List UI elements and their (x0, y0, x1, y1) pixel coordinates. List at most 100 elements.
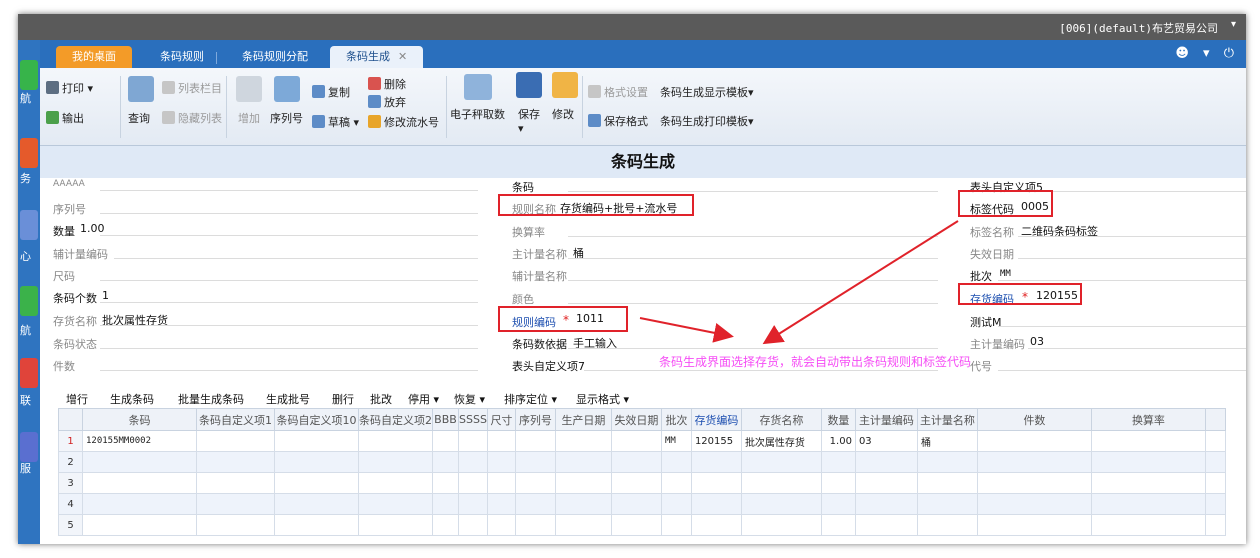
table-cell[interactable] (358, 430, 433, 452)
table-row[interactable]: 1 120155MM0002 MM 120155 批次属性存货 1.00 03 桶 (58, 430, 1226, 452)
table-cell[interactable] (358, 451, 433, 473)
table-cell[interactable] (432, 451, 459, 473)
table-cell[interactable] (274, 430, 359, 452)
column-header[interactable]: 主计量编码 (854, 408, 918, 431)
table-cell[interactable] (514, 430, 556, 452)
table-cell[interactable] (82, 493, 197, 515)
table-cell[interactable] (820, 493, 856, 515)
table-cell[interactable] (916, 493, 978, 515)
column-header[interactable]: BBB (432, 408, 459, 431)
table-row[interactable]: 5 (58, 514, 1226, 536)
table-cell[interactable] (486, 472, 516, 494)
table-cell[interactable] (486, 430, 516, 452)
column-header[interactable]: 数量 (820, 408, 856, 431)
table-cell[interactable] (916, 451, 978, 473)
table-cell[interactable] (610, 472, 662, 494)
table-row[interactable]: 2 (58, 451, 1226, 473)
batch-modify-button[interactable]: 批改 (370, 391, 392, 407)
table-cell[interactable] (486, 493, 516, 515)
table-cell[interactable]: 1.00 (820, 430, 856, 452)
table-cell[interactable] (274, 493, 359, 515)
column-header[interactable]: 条码自定义项2 (358, 408, 433, 431)
table-cell[interactable] (514, 514, 556, 536)
column-header[interactable]: 批次 (660, 408, 692, 431)
table-cell[interactable] (1090, 430, 1206, 452)
sort-locate-dropdown[interactable]: 排序定位 ▾ (504, 391, 557, 407)
table-cell[interactable]: 桶 (916, 430, 978, 452)
table-cell[interactable] (432, 472, 459, 494)
table-cell[interactable] (854, 514, 918, 536)
table-cell[interactable] (514, 472, 556, 494)
table-cell[interactable] (690, 472, 742, 494)
table-cell[interactable] (1090, 493, 1206, 515)
table-cell[interactable] (740, 451, 822, 473)
table-cell[interactable] (740, 493, 822, 515)
restore-dropdown[interactable]: 恢复 ▾ (454, 391, 485, 407)
table-cell[interactable] (610, 514, 662, 536)
table-cell[interactable]: MM (660, 430, 692, 452)
column-header[interactable]: 主计量名称 (916, 408, 978, 431)
table-cell[interactable] (916, 514, 978, 536)
table-cell[interactable] (358, 514, 433, 536)
table-cell[interactable] (740, 514, 822, 536)
column-header[interactable]: 件数 (976, 408, 1092, 431)
table-cell[interactable] (514, 451, 556, 473)
column-header[interactable]: 尺寸 (486, 408, 516, 431)
column-header[interactable]: 失效日期 (610, 408, 662, 431)
table-cell[interactable] (610, 451, 662, 473)
table-cell[interactable] (196, 514, 275, 536)
column-header[interactable]: 存货名称 (740, 408, 822, 431)
table-cell[interactable] (274, 514, 359, 536)
table-cell[interactable] (976, 514, 1092, 536)
disable-dropdown[interactable]: 停用 ▾ (408, 391, 439, 407)
table-cell[interactable] (690, 514, 742, 536)
table-cell[interactable]: 120155 (690, 430, 742, 452)
table-cell[interactable] (976, 472, 1092, 494)
table-cell[interactable] (660, 472, 692, 494)
table-cell[interactable] (486, 514, 516, 536)
table-cell[interactable] (1090, 472, 1206, 494)
table-cell[interactable] (976, 430, 1092, 452)
table-cell[interactable] (358, 472, 433, 494)
table-cell[interactable] (196, 493, 275, 515)
table-cell[interactable] (820, 472, 856, 494)
column-header[interactable] (58, 408, 83, 431)
table-cell[interactable] (690, 451, 742, 473)
table-cell[interactable] (432, 493, 459, 515)
table-cell[interactable] (432, 514, 459, 536)
column-header[interactable]: 条码 (82, 408, 197, 431)
column-header[interactable]: 条码自定义项1 (196, 408, 275, 431)
table-cell[interactable] (1204, 430, 1226, 452)
table-cell[interactable] (854, 451, 918, 473)
table-cell[interactable] (1090, 451, 1206, 473)
table-row[interactable]: 4 (58, 493, 1226, 515)
table-cell[interactable] (820, 514, 856, 536)
table-cell[interactable] (274, 472, 359, 494)
table-cell[interactable] (1090, 514, 1206, 536)
table-cell[interactable] (82, 514, 197, 536)
table-cell[interactable] (660, 493, 692, 515)
table-cell[interactable] (196, 472, 275, 494)
table-cell[interactable] (660, 451, 692, 473)
table-cell[interactable] (274, 451, 359, 473)
table-cell[interactable] (458, 493, 488, 515)
table-cell[interactable] (916, 472, 978, 494)
table-cell[interactable] (554, 451, 612, 473)
table-cell[interactable] (1204, 472, 1226, 494)
table-cell[interactable] (610, 493, 662, 515)
generate-batch-button[interactable]: 生成批号 (266, 391, 310, 407)
table-cell[interactable] (976, 451, 1092, 473)
column-header[interactable]: SSSS (458, 408, 488, 431)
table-cell[interactable] (82, 451, 197, 473)
table-cell[interactable]: 批次属性存货 (740, 430, 822, 452)
table-cell[interactable] (554, 493, 612, 515)
table-cell[interactable] (820, 451, 856, 473)
column-header[interactable]: 生产日期 (554, 408, 612, 431)
table-cell[interactable] (486, 451, 516, 473)
table-cell[interactable] (358, 493, 433, 515)
column-header[interactable]: 存货编码 (690, 408, 742, 431)
table-cell[interactable]: 120155MM0002 (82, 430, 197, 452)
table-cell[interactable] (690, 493, 742, 515)
table-cell[interactable] (1204, 451, 1226, 473)
column-header[interactable]: 条码自定义项10 (274, 408, 359, 431)
